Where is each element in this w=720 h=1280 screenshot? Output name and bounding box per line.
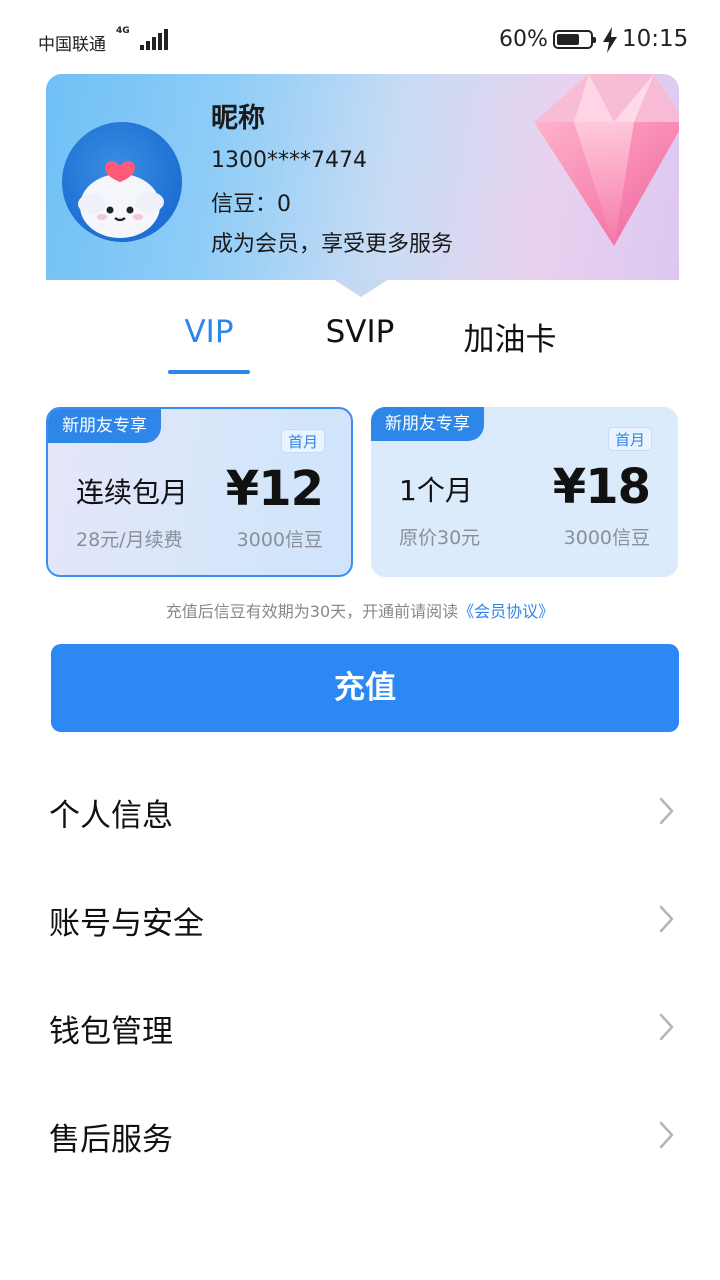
carrier-name: 中国联通 <box>38 35 106 55</box>
clock: 10:15 <box>622 26 689 52</box>
notice-text: 充值后信豆有效期为30天，开通前请阅读 <box>165 602 459 621</box>
plan-card-monthly-auto[interactable]: 新朋友专享 首月 连续包月 ¥12 28元/月续费 3000信豆 <box>46 407 353 577</box>
chevron-right-icon <box>659 1013 674 1041</box>
menu-item-label: 个人信息 <box>49 798 173 834</box>
plan-name: 1个月 <box>399 474 473 507</box>
plan-renewal-note: 28元/月续费 <box>76 529 183 551</box>
plan-price: ¥12 <box>225 461 324 517</box>
new-user-badge: 新朋友专享 <box>48 409 161 443</box>
recharge-button[interactable]: 充值 <box>51 644 679 732</box>
menu-item-label: 售后服务 <box>49 1122 173 1158</box>
tab-svip[interactable]: SVIP <box>318 314 402 350</box>
plan-name: 连续包月 <box>76 476 189 509</box>
charging-icon <box>603 27 617 53</box>
beans-balance: 信豆：0 <box>211 192 291 217</box>
battery-percent: 60% <box>499 27 548 52</box>
plan-beans: 3000信豆 <box>563 527 650 549</box>
card-pointer <box>333 279 389 297</box>
menu-item-account-security[interactable]: 账号与安全 <box>0 866 720 974</box>
profile-card[interactable]: 昵称 1300****7474 信豆：0 成为会员，享受更多服务 <box>46 74 679 280</box>
signal-icon: 4G <box>116 26 168 52</box>
phone-number: 1300****7474 <box>211 148 367 173</box>
plan-original-price: 原价30元 <box>399 527 481 549</box>
plan-price: ¥18 <box>552 459 651 515</box>
menu-item-after-sales[interactable]: 售后服务 <box>0 1082 720 1190</box>
avatar[interactable] <box>62 122 182 242</box>
menu-item-personal-info[interactable]: 个人信息 <box>0 758 720 866</box>
mascot-icon <box>78 160 164 238</box>
tab-indicator <box>168 370 250 374</box>
chevron-right-icon <box>659 905 674 933</box>
validity-notice: 充值后信豆有效期为30天，开通前请阅读《会员协议》 <box>0 598 720 622</box>
chevron-right-icon <box>659 797 674 825</box>
menu-item-label: 账号与安全 <box>49 906 204 942</box>
plan-card-one-month[interactable]: 新朋友专享 首月 1个月 ¥18 原价30元 3000信豆 <box>371 407 678 577</box>
status-bar: 中国联通 4G 60% 10:15 <box>0 0 720 80</box>
menu-item-wallet[interactable]: 钱包管理 <box>0 974 720 1082</box>
tab-vip[interactable]: VIP <box>168 314 250 350</box>
menu-item-label: 钱包管理 <box>49 1014 173 1050</box>
first-month-tag: 首月 <box>280 429 325 453</box>
member-agreement-link[interactable]: 《会员协议》 <box>458 602 554 621</box>
membership-tabs: VIP SVIP 加油卡 <box>0 314 720 378</box>
plan-beans: 3000信豆 <box>236 529 323 551</box>
battery-icon <box>553 30 596 49</box>
chevron-right-icon <box>659 1121 674 1149</box>
tab-fuel-card[interactable]: 加油卡 <box>460 314 560 359</box>
first-month-tag: 首月 <box>607 427 652 451</box>
member-tip: 成为会员，享受更多服务 <box>211 232 454 257</box>
diamond-icon <box>534 74 679 246</box>
new-user-badge: 新朋友专享 <box>371 407 484 441</box>
nickname: 昵称 <box>211 103 265 134</box>
